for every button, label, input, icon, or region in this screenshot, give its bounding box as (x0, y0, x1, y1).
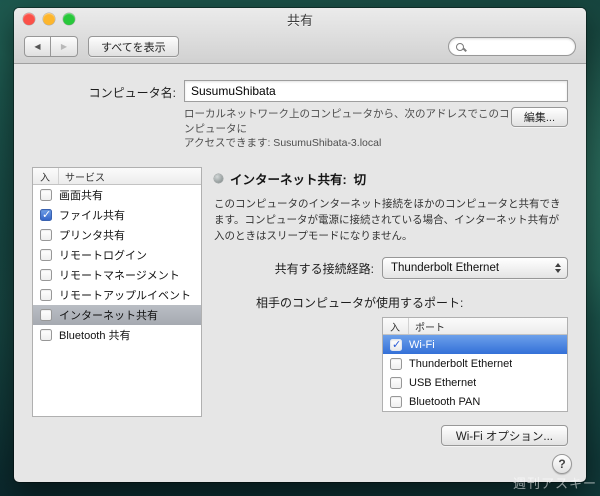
internet-sharing-detail: インターネット共有: 切 このコンピュータのインターネット接続をほかのコンピュー… (214, 167, 568, 447)
watermark: 週刊アスキー (512, 476, 597, 491)
column-on: 入 (383, 318, 409, 335)
services-table: 入 サービス 画面共有 ファイル共有 プリンタ共有 (32, 167, 202, 418)
service-row-remote-apple-events[interactable]: リモートアップルイベント (33, 285, 201, 305)
pane-content: コンピュータ名: ローカルネットワーク上のコンピュータから、次のアドレスでこのコ… (14, 64, 586, 482)
traffic-lights (23, 13, 75, 25)
service-checkbox[interactable] (40, 309, 52, 322)
service-row-screen-sharing[interactable]: 画面共有 (33, 185, 201, 205)
back-button[interactable]: ◀ (24, 36, 51, 57)
status-value: 切 (353, 173, 367, 188)
computer-name-section: コンピュータ名: ローカルネットワーク上のコンピュータから、次のアドレスでこのコ… (32, 80, 568, 151)
service-description: このコンピュータのインターネット接続をほかのコンピュータと共有できます。コンピュ… (214, 198, 561, 242)
port-row-wifi[interactable]: Wi-Fi (383, 335, 567, 355)
service-row-remote-login[interactable]: リモートログイン (33, 245, 201, 265)
zoom-button[interactable] (63, 13, 75, 25)
wifi-options-button[interactable]: Wi-Fi オプション... (440, 425, 568, 447)
port-row-bluetooth-pan[interactable]: Bluetooth PAN (383, 392, 567, 411)
share-connection-label: 共有する接続経路: (274, 261, 374, 276)
status-title: インターネット共有: (230, 173, 347, 188)
sharing-preferences-window: 共有 ◀ ▶ すべてを表示 コンピュータ名: SusumuShibata ローカ… (14, 8, 586, 482)
popup-arrows-icon (549, 263, 567, 274)
close-button[interactable] (23, 13, 35, 25)
ports-table: 入 ポート Wi-Fi Thunderbolt Ethernet (382, 317, 568, 413)
help-button[interactable]: ? (552, 454, 572, 474)
column-service: サービス (65, 172, 105, 184)
service-checkbox[interactable] (40, 269, 52, 282)
share-connection-popup[interactable]: Thunderbolt Ethernet (382, 257, 568, 280)
column-port: ポート (415, 322, 445, 334)
port-checkbox[interactable] (390, 338, 402, 351)
service-checkbox[interactable] (40, 329, 52, 342)
show-all-button[interactable]: すべてを表示 (88, 36, 179, 57)
service-row-file-sharing[interactable]: ファイル共有 (33, 205, 201, 225)
port-row-thunderbolt-ethernet[interactable]: Thunderbolt Ethernet (383, 354, 567, 373)
forward-button[interactable]: ▶ (51, 36, 78, 57)
search-input[interactable] (468, 40, 568, 53)
window-title: 共有 (286, 12, 313, 28)
computer-name-help: ローカルネットワーク上のコンピュータから、次のアドレスでこのコンピュータに アク… (184, 108, 510, 150)
toolbar: ◀ ▶ すべてを表示 (14, 30, 586, 63)
service-checkbox[interactable] (40, 208, 52, 222)
ports-label: 相手のコンピュータが使用するポート: (256, 296, 464, 311)
window-chrome: 共有 ◀ ▶ すべてを表示 (14, 8, 586, 64)
service-checkbox[interactable] (40, 249, 52, 262)
status-dot (214, 174, 223, 184)
service-row-printer-sharing[interactable]: プリンタ共有 (33, 225, 201, 245)
port-checkbox[interactable] (390, 376, 402, 389)
port-row-usb-ethernet[interactable]: USB Ethernet (383, 373, 567, 392)
service-row-bluetooth-sharing[interactable]: Bluetooth 共有 (33, 325, 201, 345)
service-checkbox[interactable] (40, 289, 52, 302)
ports-table-header: 入 ポート (383, 318, 567, 336)
minimize-button[interactable] (43, 13, 55, 25)
desktop: 週刊アスキー 共有 ◀ ▶ すべてを表示 コンピュータ名: SusumuShib… (0, 0, 600, 496)
port-checkbox[interactable] (390, 357, 402, 370)
search-field[interactable] (448, 37, 576, 56)
column-on: 入 (33, 168, 59, 185)
computer-name-label: コンピュータ名: (88, 86, 176, 100)
computer-name-input[interactable] (184, 80, 568, 102)
services-table-header: 入 サービス (33, 168, 201, 186)
search-icon (456, 42, 464, 51)
edit-button[interactable]: 編集... (510, 107, 568, 127)
port-checkbox[interactable] (390, 395, 402, 408)
service-row-remote-management[interactable]: リモートマネージメント (33, 265, 201, 285)
titlebar[interactable]: 共有 (14, 8, 586, 30)
service-checkbox[interactable] (40, 189, 52, 202)
service-row-internet-sharing[interactable]: インターネット共有 (33, 305, 201, 326)
nav-buttons: ◀ ▶ (24, 36, 78, 57)
service-checkbox[interactable] (40, 229, 52, 242)
share-connection-value: Thunderbolt Ethernet (391, 262, 500, 275)
